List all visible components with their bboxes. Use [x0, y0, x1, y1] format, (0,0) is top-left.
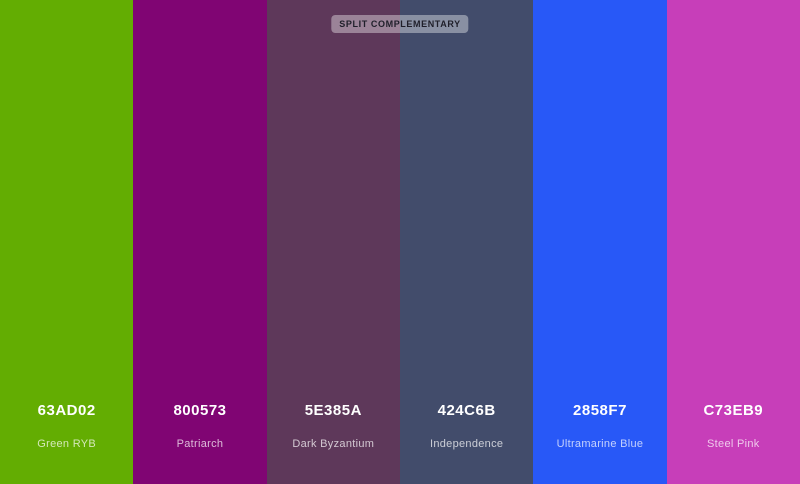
color-swatch[interactable]: 5E385A Dark Byzantium	[266, 0, 400, 484]
color-name: Dark Byzantium	[292, 438, 375, 450]
color-name: Ultramarine Blue	[556, 438, 644, 450]
hex-code[interactable]: 2858F7	[533, 402, 666, 419]
hex-code[interactable]: 800573	[133, 402, 266, 419]
hex-code[interactable]: C73EB9	[667, 402, 800, 419]
color-palette: SPLIT COMPLEMENTARY 63AD02 Green RYB 800…	[0, 0, 800, 484]
color-swatch[interactable]: C73EB9 Steel Pink	[666, 0, 800, 484]
hex-code[interactable]: 424C6B	[400, 402, 533, 419]
hex-code[interactable]: 63AD02	[0, 402, 133, 419]
color-name: Independence	[429, 438, 504, 450]
color-swatch[interactable]: 2858F7 Ultramarine Blue	[533, 0, 667, 484]
color-swatch[interactable]: 63AD02 Green RYB	[0, 0, 134, 484]
color-swatch[interactable]: 800573 Patriarch	[133, 0, 267, 484]
hex-code[interactable]: 5E385A	[267, 402, 400, 419]
color-name: Green RYB	[37, 438, 97, 450]
color-name: Patriarch	[176, 438, 224, 450]
color-name: Steel Pink	[707, 438, 760, 450]
color-swatch[interactable]: 424C6B Independence	[399, 0, 534, 484]
scheme-badge: SPLIT COMPLEMENTARY	[331, 15, 469, 33]
